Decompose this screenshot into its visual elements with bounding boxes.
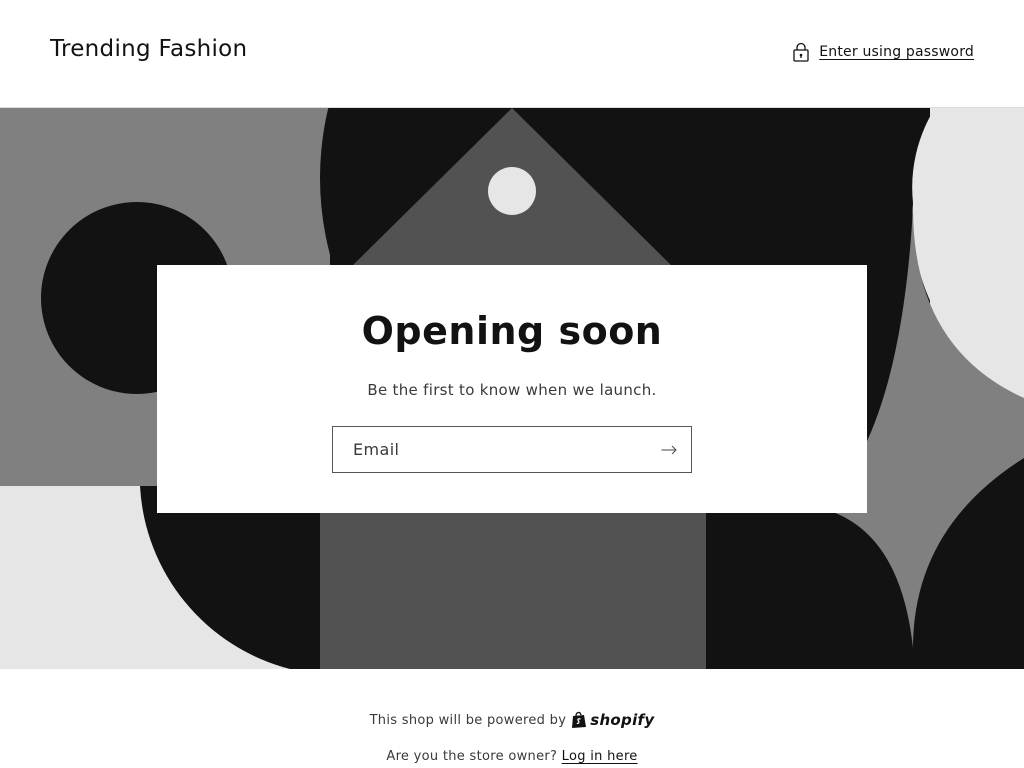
shopify-bag-icon <box>572 711 587 728</box>
arrow-right-icon <box>661 445 677 454</box>
newsletter-card: Opening soon Be the first to know when w… <box>157 265 867 513</box>
newsletter-subheading: Be the first to know when we launch. <box>367 381 657 399</box>
powered-by: This shop will be powered by shopify <box>0 711 1024 729</box>
email-input[interactable] <box>333 427 651 472</box>
store-owner-prompt: Are you the store owner? Log in here <box>0 749 1024 764</box>
enter-password-label: Enter using password <box>819 44 974 60</box>
store-title[interactable]: Trending Fashion <box>50 36 247 62</box>
lock-icon <box>793 42 809 62</box>
subscribe-button[interactable] <box>647 427 691 472</box>
opening-soon-heading: Opening soon <box>361 309 663 353</box>
login-link[interactable]: Log in here <box>562 749 638 764</box>
shopify-wordmark: shopify <box>590 711 655 729</box>
owner-prompt-text: Are you the store owner? <box>386 749 558 764</box>
site-header: Trending Fashion Enter using password <box>0 0 1024 108</box>
enter-password-link[interactable]: Enter using password <box>792 42 974 62</box>
shopify-logo[interactable]: shopify <box>571 711 654 729</box>
powered-by-text: This shop will be powered by <box>369 712 567 728</box>
site-footer: This shop will be powered by shopify Are… <box>0 669 1024 768</box>
email-signup-form <box>332 426 692 473</box>
